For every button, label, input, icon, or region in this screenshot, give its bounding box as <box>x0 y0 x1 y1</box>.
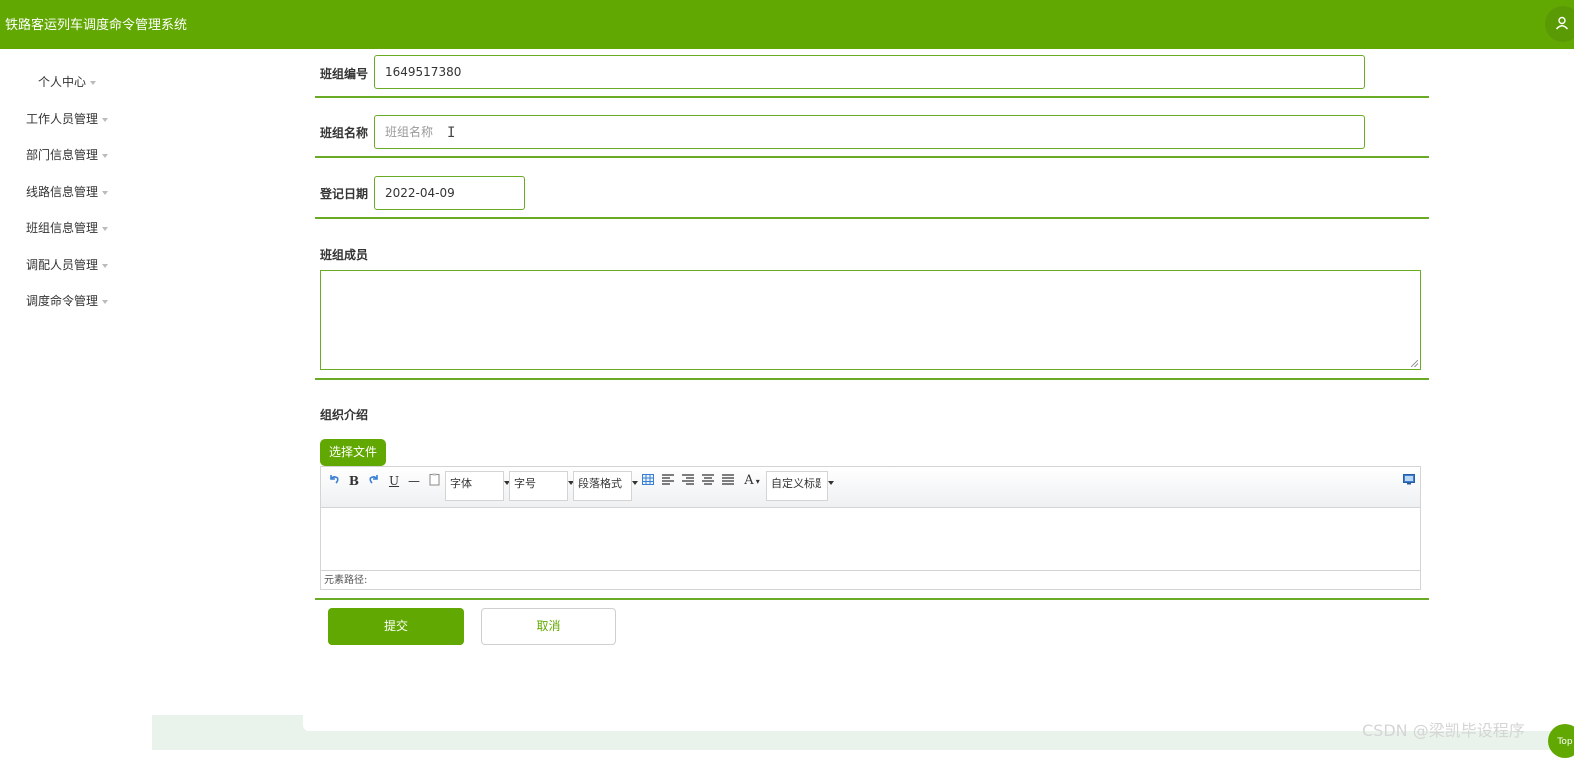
underline-button[interactable]: U <box>387 473 401 489</box>
undo-icon[interactable] <box>327 473 341 489</box>
team-name-label: 班组名称 <box>320 126 369 140</box>
sidebar-item-command[interactable]: 调度命令管理 <box>26 292 109 316</box>
editor-toolbar: B U — 字体 字号 段落格式 A ▾ 自定义标题 <box>321 467 1420 508</box>
caret-down-icon <box>102 263 109 268</box>
reg-date-label: 登记日期 <box>320 187 369 201</box>
preview-icon[interactable] <box>1402 473 1416 489</box>
submit-button[interactable]: 提交 <box>328 608 464 645</box>
form-row-team-name: 班组名称 I <box>315 98 1429 158</box>
sidebar-item-label: 调配人员管理 <box>26 258 99 272</box>
watermark: CSDN @梁凯毕设程序 <box>1362 721 1525 740</box>
intro-label: 组织介绍 <box>320 408 369 422</box>
caret-down-icon <box>102 117 109 122</box>
caret-down-icon <box>102 153 109 158</box>
align-center-icon[interactable] <box>701 473 715 489</box>
sidebar-item-label: 调度命令管理 <box>26 294 99 308</box>
paste-icon[interactable] <box>427 473 441 489</box>
redo-icon[interactable] <box>367 473 381 489</box>
user-icon <box>1555 16 1569 30</box>
form-row-reg-date: 登记日期 <box>315 158 1429 219</box>
sidebar-item-department[interactable]: 部门信息管理 <box>26 146 109 170</box>
top-navbar: 铁路客运列车调度命令管理系统 <box>0 0 1574 49</box>
members-label: 班组成员 <box>320 248 369 262</box>
align-left-icon[interactable] <box>661 473 675 489</box>
form-row-members: 班组成员 <box>315 219 1429 380</box>
sidebar-item-label: 线路信息管理 <box>26 185 99 199</box>
team-name-input[interactable] <box>374 115 1365 149</box>
resize-handle-icon[interactable] <box>1411 360 1418 367</box>
font-size-select[interactable]: 字号 <box>509 471 574 501</box>
table-icon[interactable] <box>641 473 655 489</box>
user-menu-button[interactable] <box>1545 6 1574 42</box>
bold-button[interactable]: B <box>347 473 361 489</box>
paragraph-format-value: 段落格式 <box>578 477 622 490</box>
custom-title-value: 自定义标题 <box>771 477 821 490</box>
align-right-icon[interactable] <box>681 473 695 489</box>
team-no-input[interactable] <box>374 55 1365 89</box>
sidebar-item-label: 个人中心 <box>38 75 87 89</box>
sidebar-item-dispatcher[interactable]: 调配人员管理 <box>26 256 109 280</box>
align-justify-icon[interactable] <box>721 473 735 489</box>
font-family-value: 字体 <box>450 477 472 490</box>
cancel-button[interactable]: 取消 <box>481 608 616 645</box>
form-row-team-no: 班组编号 <box>315 49 1429 98</box>
text-cursor-icon: I <box>447 125 456 141</box>
sidebar-item-label: 班组信息管理 <box>26 221 99 235</box>
font-color-label: A <box>744 473 754 488</box>
dropdown-arrow-icon <box>828 481 834 485</box>
caret-down-icon <box>102 299 109 304</box>
custom-title-select[interactable]: 自定义标题 <box>766 471 834 501</box>
sidebar-item-label: 部门信息管理 <box>26 148 99 162</box>
sidebar-item-label: 工作人员管理 <box>26 112 99 126</box>
font-color-button[interactable]: A ▾ <box>741 473 763 489</box>
dropdown-arrow-icon: ▾ <box>755 477 760 486</box>
sidebar-item-team[interactable]: 班组信息管理 <box>26 219 109 243</box>
caret-down-icon <box>102 190 109 195</box>
sidebar-item-route[interactable]: 线路信息管理 <box>26 183 109 207</box>
back-to-top-button[interactable]: Top <box>1548 724 1574 758</box>
horizontal-rule-button[interactable]: — <box>407 473 421 489</box>
caret-down-icon <box>90 80 97 85</box>
members-textarea[interactable] <box>320 270 1421 370</box>
app-title: 铁路客运列车调度命令管理系统 <box>5 18 188 33</box>
font-size-value: 字号 <box>514 477 536 490</box>
team-no-label: 班组编号 <box>320 67 369 81</box>
reg-date-input[interactable] <box>374 176 525 210</box>
paragraph-format-select[interactable]: 段落格式 <box>573 471 638 501</box>
element-path-bar: 元素路径: <box>321 570 1420 589</box>
choose-file-button[interactable]: 选择文件 <box>320 439 386 466</box>
editor-content-area[interactable] <box>321 508 1420 570</box>
sidebar-item-personal-center[interactable]: 个人中心 <box>38 73 97 97</box>
dropdown-arrow-icon <box>632 481 638 485</box>
sidebar-item-staff[interactable]: 工作人员管理 <box>26 110 109 134</box>
font-family-select[interactable]: 字体 <box>445 471 510 501</box>
rich-text-editor: B U — 字体 字号 段落格式 A ▾ 自定义标题 元素路径: <box>320 466 1421 590</box>
caret-down-icon <box>102 226 109 231</box>
